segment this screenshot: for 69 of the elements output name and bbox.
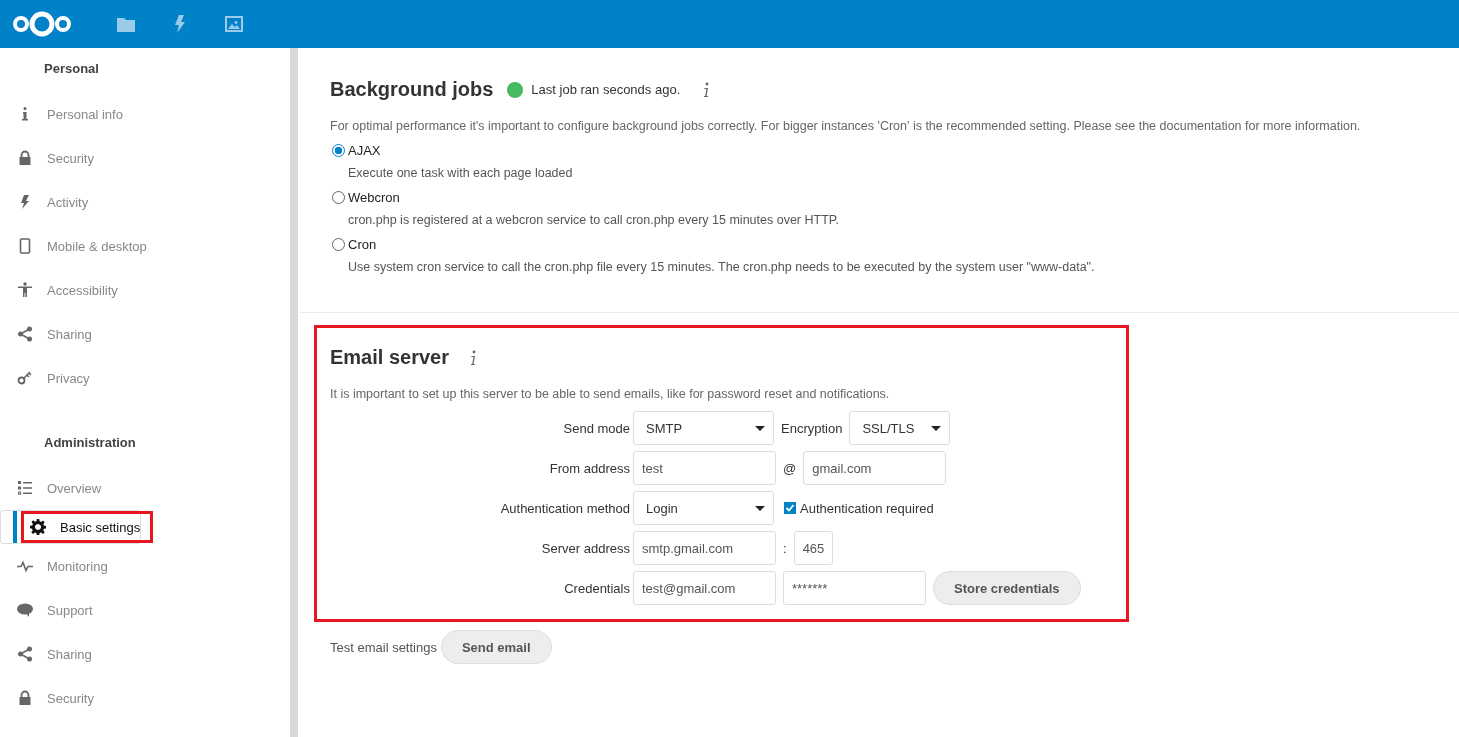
radio-option[interactable]: Webcron: [330, 190, 400, 205]
share-icon: [17, 646, 33, 662]
store-credentials-button[interactable]: Store credentials: [933, 571, 1081, 605]
section-title: Email server: [330, 346, 449, 369]
sidebar-item[interactable]: Support: [8, 594, 106, 626]
folder-icon[interactable]: [115, 16, 137, 32]
status-dot: [507, 81, 524, 98]
sidebar-item[interactable]: Basic settings: [21, 511, 154, 543]
info-icon[interactable]: [469, 349, 477, 366]
sidebar-item[interactable]: Overview: [8, 472, 115, 504]
sidebar-item[interactable]: Privacy: [8, 362, 103, 394]
sidebar-item[interactable]: Security: [8, 142, 107, 174]
section-description: It is important to set up this server to be able to send emails, like for password reset and notifications.: [330, 387, 891, 401]
radio-option[interactable]: Cron: [330, 237, 377, 252]
lock-icon: [17, 150, 33, 166]
field-label: Authentication method: [499, 500, 630, 516]
image-icon[interactable]: [223, 16, 245, 32]
section-heading: Personal: [43, 60, 100, 78]
sidebar-item[interactable]: Mobile & desktop: [8, 230, 160, 262]
section-description: For optimal performance it's important to configure background jobs correctly. For bigger instances 'Cron' is the recommended setting. Please see the documentation for more information.: [330, 119, 1362, 133]
radio-button[interactable]: [332, 144, 345, 157]
logo-icon[interactable]: [12, 10, 72, 38]
status-text: Last job ran seconds ago.: [531, 82, 681, 97]
field-label: From address: [548, 460, 630, 476]
option-hint: Use system cron service to call the cron.php file every 15 minutes. The cron.php needs to be executed by the system user "www-data".: [347, 260, 1096, 274]
test-label: Test email settings: [330, 639, 437, 655]
input-field[interactable]: *******: [783, 571, 926, 605]
field-label: Server address: [540, 540, 630, 556]
input-field[interactable]: 465: [793, 531, 833, 565]
input-field[interactable]: test: [633, 451, 776, 485]
caret-icon: [755, 425, 765, 431]
field-label: @: [783, 460, 797, 476]
sidebar-item[interactable]: Personal info: [8, 98, 136, 130]
sidebar-item[interactable]: Security: [8, 682, 107, 714]
input-field[interactable]: smtp.gmail.com: [633, 531, 776, 565]
settings-icon: [30, 519, 46, 535]
checkbox[interactable]: [784, 502, 796, 514]
radio-option[interactable]: AJAX: [330, 143, 381, 158]
lock-icon: [17, 690, 33, 706]
info-icon[interactable]: [702, 81, 711, 98]
input-field[interactable]: gmail.com: [803, 451, 947, 485]
sidebar-item[interactable]: Monitoring: [8, 550, 121, 582]
option-hint: Execute one task with each page loaded: [347, 166, 574, 180]
share-icon: [17, 326, 33, 342]
caret-icon: [755, 505, 765, 511]
sidebar-item[interactable]: Sharing: [8, 318, 105, 350]
sidebar-item[interactable]: Activity: [8, 186, 102, 218]
dropdown[interactable]: SSL/TLS: [849, 411, 951, 445]
dropdown[interactable]: Login: [633, 491, 774, 525]
field-label: Credentials: [563, 580, 630, 596]
caret-icon: [931, 425, 942, 431]
phone-icon: [17, 238, 33, 254]
send-email-button[interactable]: Send email: [440, 630, 552, 664]
scrollbar[interactable]: [290, 48, 298, 737]
sidebar-item[interactable]: Accessibility: [8, 274, 131, 306]
field-label: Send mode: [562, 420, 630, 436]
list-icon: [17, 480, 33, 496]
option-hint: cron.php is registered at a webcron service to call cron.php every 15 minutes over HTTP.: [347, 213, 840, 227]
key-icon: [17, 370, 33, 386]
person-icon: [17, 282, 33, 298]
speech-bubble-icon: [17, 602, 33, 618]
field-label: :: [783, 540, 787, 556]
sidebar-item[interactable]: Sharing: [8, 638, 105, 670]
dropdown[interactable]: SMTP: [633, 411, 774, 445]
checkbox-label[interactable]: Authentication required: [800, 500, 934, 516]
field-label: Encryption: [781, 420, 843, 436]
section-title: Background jobs: [330, 78, 494, 101]
input-field[interactable]: test@gmail.com: [633, 571, 776, 605]
section-heading: Administration: [43, 434, 137, 452]
